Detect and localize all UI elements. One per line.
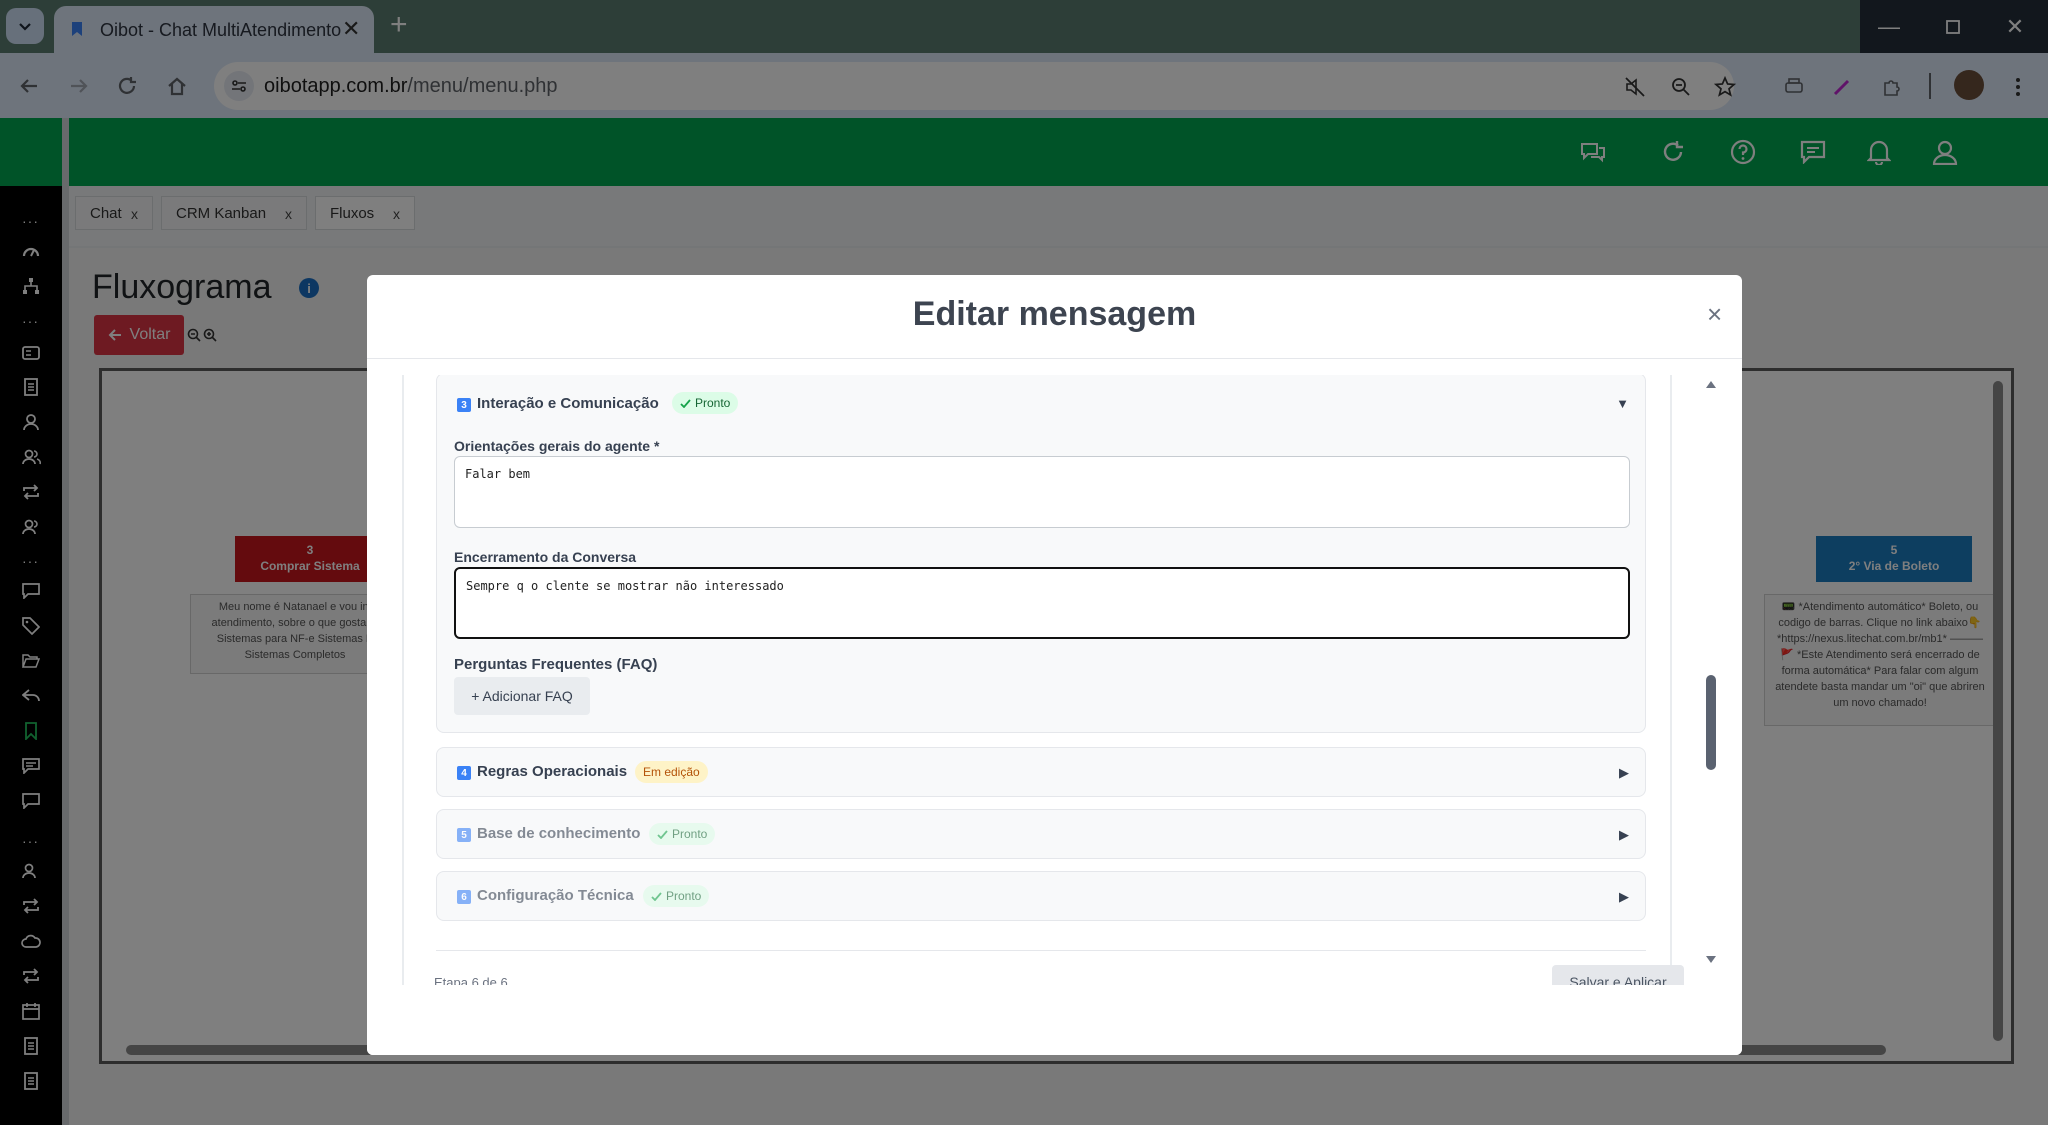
orientacoes-textarea[interactable]: Falar bem bbox=[454, 456, 1630, 528]
section-title: Interação e Comunicação bbox=[477, 395, 659, 412]
section-regras[interactable]: 4 Regras Operacionais Em edição ▶ bbox=[436, 747, 1646, 797]
status-badge: Pronto bbox=[649, 823, 716, 845]
section-title: Configuração Técnica bbox=[477, 887, 634, 904]
check-icon bbox=[651, 891, 662, 901]
section-configuracao-tecnica[interactable]: 6 Configuração Técnica Pronto ▶ bbox=[436, 871, 1646, 921]
status-text: Em edição bbox=[643, 765, 700, 779]
check-icon bbox=[657, 829, 668, 839]
caret-down-icon[interactable]: ▼ bbox=[1616, 396, 1629, 411]
orientacoes-label: Orientações gerais do agente * bbox=[454, 438, 660, 454]
caret-right-icon[interactable]: ▶ bbox=[1619, 889, 1629, 905]
modal-title: Editar mensagem bbox=[912, 295, 1197, 333]
section-title: Base de conhecimento bbox=[477, 825, 641, 842]
step-number-badge: 5 bbox=[457, 828, 471, 842]
save-apply-button[interactable]: Salvar e Aplicar bbox=[1552, 965, 1684, 985]
add-faq-button[interactable]: + Adicionar FAQ bbox=[454, 677, 590, 715]
close-icon[interactable]: × bbox=[1707, 299, 1722, 330]
section-title: Regras Operacionais bbox=[477, 763, 628, 780]
scroll-down-icon[interactable] bbox=[1705, 955, 1717, 965]
check-icon bbox=[680, 398, 691, 408]
caret-right-icon[interactable]: ▶ bbox=[1619, 827, 1629, 843]
status-text: Pronto bbox=[695, 396, 731, 410]
status-badge: Em edição bbox=[635, 761, 708, 783]
status-text: Pronto bbox=[666, 889, 702, 903]
steps-container: 3 Interação e Comunicação Pronto ▼ Orien… bbox=[402, 375, 1672, 985]
status-text: Pronto bbox=[672, 827, 708, 841]
section-base-conhecimento[interactable]: 5 Base de conhecimento Pronto ▶ bbox=[436, 809, 1646, 859]
step-number-badge: 6 bbox=[457, 890, 471, 904]
step-indicator: Etapa 6 de 6 bbox=[434, 975, 508, 985]
section-header[interactable]: 3 Interação e Comunicação Pronto ▼ bbox=[437, 375, 1645, 434]
section-interacao: 3 Interação e Comunicação Pronto ▼ Orien… bbox=[436, 375, 1646, 733]
modal-header: Editar mensagem × bbox=[367, 275, 1742, 359]
modal-body: 3 Interação e Comunicação Pronto ▼ Orien… bbox=[402, 375, 1702, 985]
modal-scrollbar[interactable] bbox=[1703, 375, 1719, 975]
status-badge: Pronto bbox=[672, 392, 739, 414]
modal-bottom-area bbox=[367, 985, 1742, 1055]
edit-message-modal: Editar mensagem × 3 Interação e Comunica… bbox=[367, 275, 1742, 1055]
footer-divider bbox=[436, 950, 1646, 951]
step-number-badge: 4 bbox=[457, 766, 471, 780]
status-badge: Pronto bbox=[643, 885, 710, 907]
encerramento-textarea[interactable]: Sempre q o clente se mostrar não interes… bbox=[454, 567, 1630, 639]
encerramento-label: Encerramento da Conversa bbox=[454, 549, 637, 565]
faq-label: Perguntas Frequentes (FAQ) bbox=[454, 656, 658, 673]
step-number-badge: 3 bbox=[457, 398, 471, 412]
modal-scroll-thumb[interactable] bbox=[1706, 675, 1716, 770]
scroll-up-icon[interactable] bbox=[1705, 379, 1717, 389]
caret-right-icon[interactable]: ▶ bbox=[1619, 765, 1629, 781]
